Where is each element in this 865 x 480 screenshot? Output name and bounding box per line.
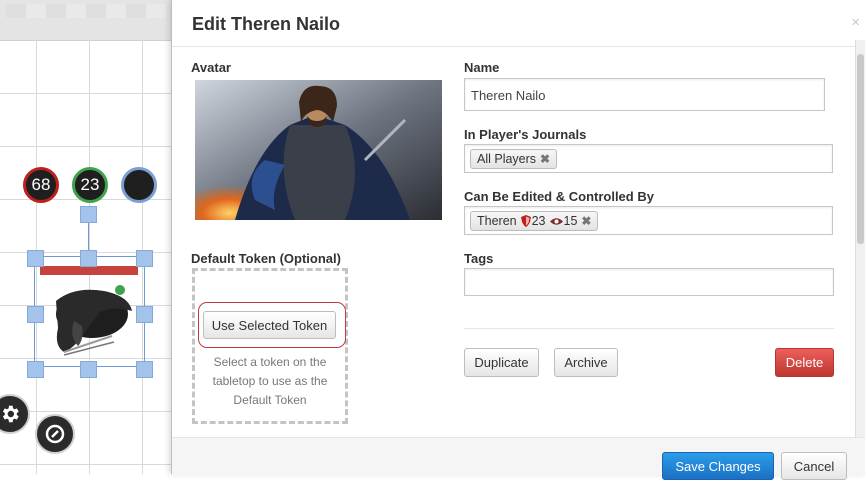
name-input[interactable]: Theren Nailo [464, 78, 825, 111]
controlled-by-chip: Theren 23 15 ✖ [470, 211, 599, 231]
duplicate-button[interactable]: Duplicate [464, 348, 539, 377]
layer-icon[interactable] [35, 414, 75, 454]
resize-handle-w[interactable] [27, 306, 44, 323]
rogue-figure-icon [56, 285, 132, 356]
resize-handle-nw[interactable] [27, 250, 44, 267]
journals-label: In Player's Journals [464, 127, 587, 142]
dialog-footer: Save Changes Cancel [172, 437, 865, 480]
remove-chip-icon[interactable]: ✖ [540, 152, 550, 166]
resize-handle-e[interactable] [136, 306, 153, 323]
bar1-bubble[interactable]: 68 [23, 167, 59, 203]
dialog-scrollbar[interactable] [855, 40, 865, 440]
eye-icon [549, 217, 563, 225]
tabletop-canvas[interactable]: 68 23 [0, 0, 172, 474]
resize-handle-s[interactable] [80, 361, 97, 378]
resize-handle-se[interactable] [136, 361, 153, 378]
avatar-image[interactable] [195, 80, 442, 220]
controlled-chip-name: Theren [477, 214, 517, 228]
shield-icon [520, 215, 531, 227]
default-token-hint: Select a token on the tabletop to use as… [212, 355, 328, 407]
save-changes-button[interactable]: Save Changes [662, 452, 774, 480]
journals-chip-label: All Players [477, 152, 537, 166]
remove-chip-icon[interactable]: ✖ [581, 214, 591, 228]
tags-input[interactable] [464, 268, 834, 296]
cancel-button[interactable]: Cancel [781, 452, 847, 480]
tabletop-toolbar [0, 0, 172, 41]
delete-button[interactable]: Delete [775, 348, 834, 377]
archive-button[interactable]: Archive [554, 348, 618, 377]
bar2-bubble[interactable]: 23 [72, 167, 108, 203]
name-label: Name [464, 60, 500, 75]
resize-handle-sw[interactable] [27, 361, 44, 378]
controlled-by-label: Can Be Edited & Controlled By [464, 189, 654, 204]
default-token-label: Default Token (Optional) [191, 251, 341, 266]
controlled-chip-stat2: 15 [563, 214, 578, 228]
controlled-chip-stat1: 23 [531, 214, 546, 228]
selected-token[interactable] [34, 256, 145, 367]
journals-field[interactable]: All Players ✖ [464, 144, 833, 173]
dialog-title: Edit Theren Nailo [192, 14, 341, 34]
resize-handle-ne[interactable] [136, 250, 153, 267]
default-token-dropzone[interactable]: Use Selected Token Select a token on the… [192, 268, 348, 424]
rotate-handle[interactable] [80, 206, 97, 223]
tags-label: Tags [464, 251, 494, 266]
name-input-value: Theren Nailo [471, 88, 546, 103]
close-icon[interactable]: × [851, 14, 860, 31]
gear-icon[interactable] [0, 394, 30, 434]
bar3-bubble[interactable] [121, 167, 157, 203]
edit-character-dialog: Edit Theren Nailo × Avatar Default Token… [171, 0, 865, 480]
journals-chip: All Players ✖ [470, 149, 558, 169]
resize-handle-n[interactable] [80, 250, 97, 267]
controlled-by-field[interactable]: Theren 23 15 ✖ [464, 206, 833, 235]
avatar-label: Avatar [191, 60, 231, 75]
use-selected-token-button[interactable]: Use Selected Token [203, 311, 336, 339]
